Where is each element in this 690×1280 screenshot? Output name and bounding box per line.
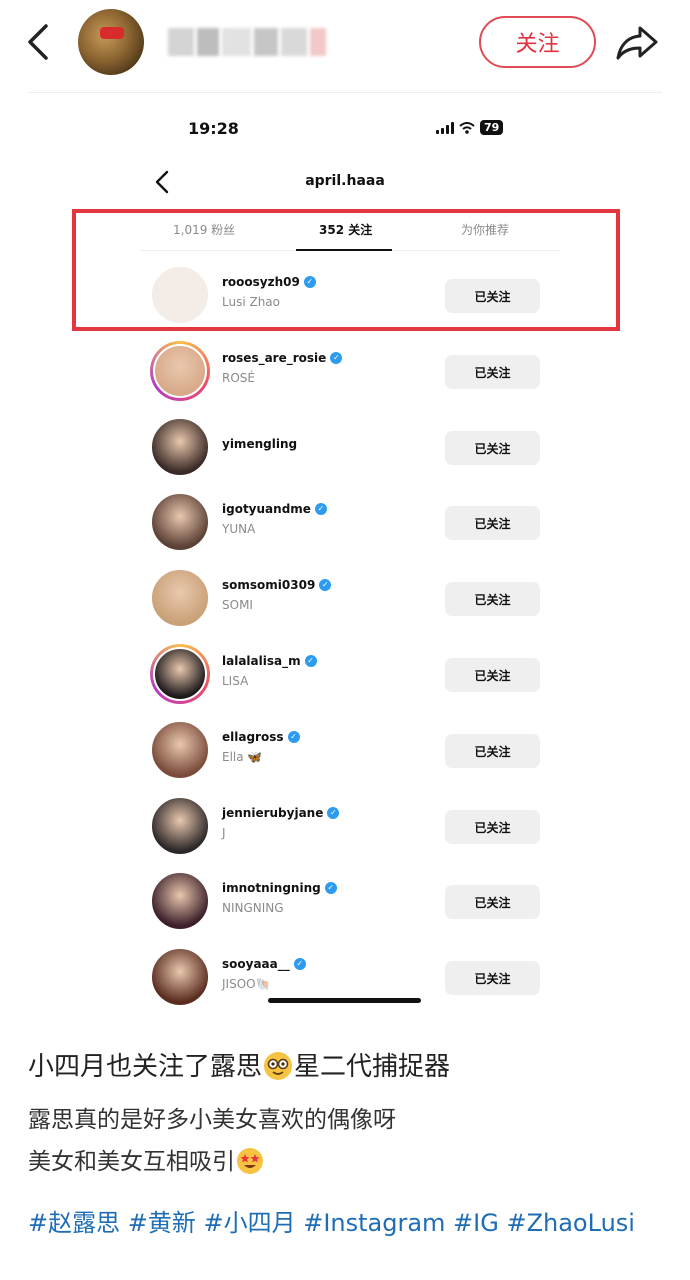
avatar[interactable]	[150, 871, 210, 931]
avatar[interactable]	[150, 492, 210, 552]
verified-icon: ✓	[319, 579, 332, 591]
following-button[interactable]: 已关注	[445, 355, 540, 389]
avatar-image	[150, 871, 210, 931]
post-title: 小四月也关注了露思 星二代捕捉器	[28, 1046, 450, 1083]
following-row[interactable]: igotyuandme ✓ YUNA 已关注	[148, 490, 548, 554]
follow-button[interactable]: 关注	[479, 16, 596, 68]
username-line[interactable]: yimengling	[222, 437, 297, 451]
following-row[interactable]: roses_are_rosie ✓ ROSÉ 已关注	[148, 339, 548, 403]
avatar-image	[150, 720, 210, 780]
verified-icon: ✓	[330, 352, 343, 364]
avatar[interactable]	[150, 341, 210, 401]
username[interactable]: ellagross	[222, 730, 284, 744]
verified-icon: ✓	[327, 807, 340, 819]
username-line[interactable]: somsomi0309 ✓	[222, 578, 332, 592]
verified-icon: ✓	[324, 882, 337, 894]
hashtags[interactable]: #赵露思 #黄新 #小四月 #Instagram #IG #ZhaoLusi	[28, 1204, 668, 1242]
post-title-part2: 星二代捕捉器	[294, 1052, 451, 1082]
avatar-image	[150, 568, 210, 628]
back-arrow-icon[interactable]	[20, 20, 60, 64]
home-indicator	[268, 998, 421, 1003]
following-button[interactable]: 已关注	[445, 431, 540, 465]
following-row[interactable]: imnotningning ✓ NINGNING 已关注	[148, 869, 548, 933]
post-text-line2-text: 美女和美女互相吸引	[28, 1149, 235, 1175]
embedded-screenshot: 19:28 79 april.haaa 1,019 粉丝 352 关注 为你推荐…	[0, 93, 690, 1023]
following-button[interactable]: 已关注	[445, 734, 540, 768]
username-line[interactable]: ellagross ✓	[222, 730, 300, 744]
display-name: J	[222, 826, 226, 840]
signal-icon	[436, 121, 454, 134]
username-line[interactable]: sooyaaa__ ✓	[222, 957, 306, 971]
status-icons: 79	[436, 120, 504, 135]
avatar[interactable]	[150, 947, 210, 1007]
display-name: YUNA	[222, 522, 256, 536]
following-row[interactable]: jennierubyjane ✓ J 已关注	[148, 794, 548, 858]
wifi-icon	[459, 121, 475, 134]
username[interactable]: yimengling	[222, 437, 297, 451]
following-row[interactable]: lalalalisa_m ✓ LISA 已关注	[148, 642, 548, 706]
post-text-line2: 美女和美女互相吸引	[28, 1142, 265, 1176]
verified-icon: ✓	[293, 958, 306, 970]
verified-icon: ✓	[287, 731, 300, 743]
avatar[interactable]	[150, 796, 210, 856]
following-row[interactable]: ellagross ✓ Ella 🦋 已关注	[148, 718, 548, 782]
username-line[interactable]: roses_are_rosie ✓	[222, 351, 343, 365]
username[interactable]: igotyuandme	[222, 502, 311, 516]
following-row[interactable]: yimengling 已关注	[148, 415, 548, 479]
verified-icon: ✓	[314, 503, 327, 515]
post-title-part1: 小四月也关注了露思	[28, 1052, 263, 1082]
username[interactable]: imnotningning	[222, 881, 321, 895]
username[interactable]: jennierubyjane	[222, 806, 323, 820]
avatar-image	[150, 947, 210, 1007]
following-button[interactable]: 已关注	[445, 582, 540, 616]
avatar-image	[150, 492, 210, 552]
display-name: Ella 🦋	[222, 750, 263, 764]
username-line[interactable]: jennierubyjane ✓	[222, 806, 340, 820]
avatar[interactable]	[150, 720, 210, 780]
following-button[interactable]: 已关注	[445, 961, 540, 995]
username[interactable]: roses_are_rosie	[222, 351, 326, 365]
following-button[interactable]: 已关注	[445, 658, 540, 692]
display-name: LISA	[222, 674, 249, 688]
display-name: SOMI	[222, 598, 253, 612]
avatar-image	[153, 344, 207, 398]
author-avatar[interactable]	[78, 9, 144, 75]
avatar-image	[150, 417, 210, 477]
red-highlight-box	[72, 209, 620, 331]
username[interactable]: somsomi0309	[222, 578, 315, 592]
username-line[interactable]: imnotningning ✓	[222, 881, 337, 895]
ig-profile-title: april.haaa	[305, 173, 385, 189]
username[interactable]: sooyaaa__	[222, 957, 290, 971]
avatar-image	[153, 647, 207, 701]
username[interactable]: lalalalisa_m	[222, 654, 301, 668]
avatar-image	[150, 796, 210, 856]
username-line[interactable]: igotyuandme ✓	[222, 502, 327, 516]
verified-icon: ✓	[304, 655, 317, 667]
avatar[interactable]	[150, 644, 210, 704]
status-time: 19:28	[188, 119, 239, 138]
following-button[interactable]: 已关注	[445, 506, 540, 540]
display-name: NINGNING	[222, 901, 284, 915]
following-row[interactable]: somsomi0309 ✓ SOMI 已关注	[148, 566, 548, 630]
share-icon[interactable]	[614, 20, 660, 64]
avatar[interactable]	[150, 417, 210, 477]
display-name: ROSÉ	[222, 371, 255, 385]
username-line[interactable]: lalalalisa_m ✓	[222, 654, 317, 668]
following-button[interactable]: 已关注	[445, 885, 540, 919]
display-name: JISOO🐚	[222, 977, 271, 991]
top-bar: 关注	[0, 0, 690, 88]
author-name-blurred	[168, 28, 326, 56]
nerd-face-emoji	[264, 1052, 293, 1080]
avatar[interactable]	[150, 568, 210, 628]
post-text-line1: 露思真的是好多小美女喜欢的偶像呀	[28, 1107, 396, 1133]
following-button[interactable]: 已关注	[445, 810, 540, 844]
battery-icon: 79	[480, 120, 504, 135]
star-struck-emoji	[237, 1148, 263, 1174]
